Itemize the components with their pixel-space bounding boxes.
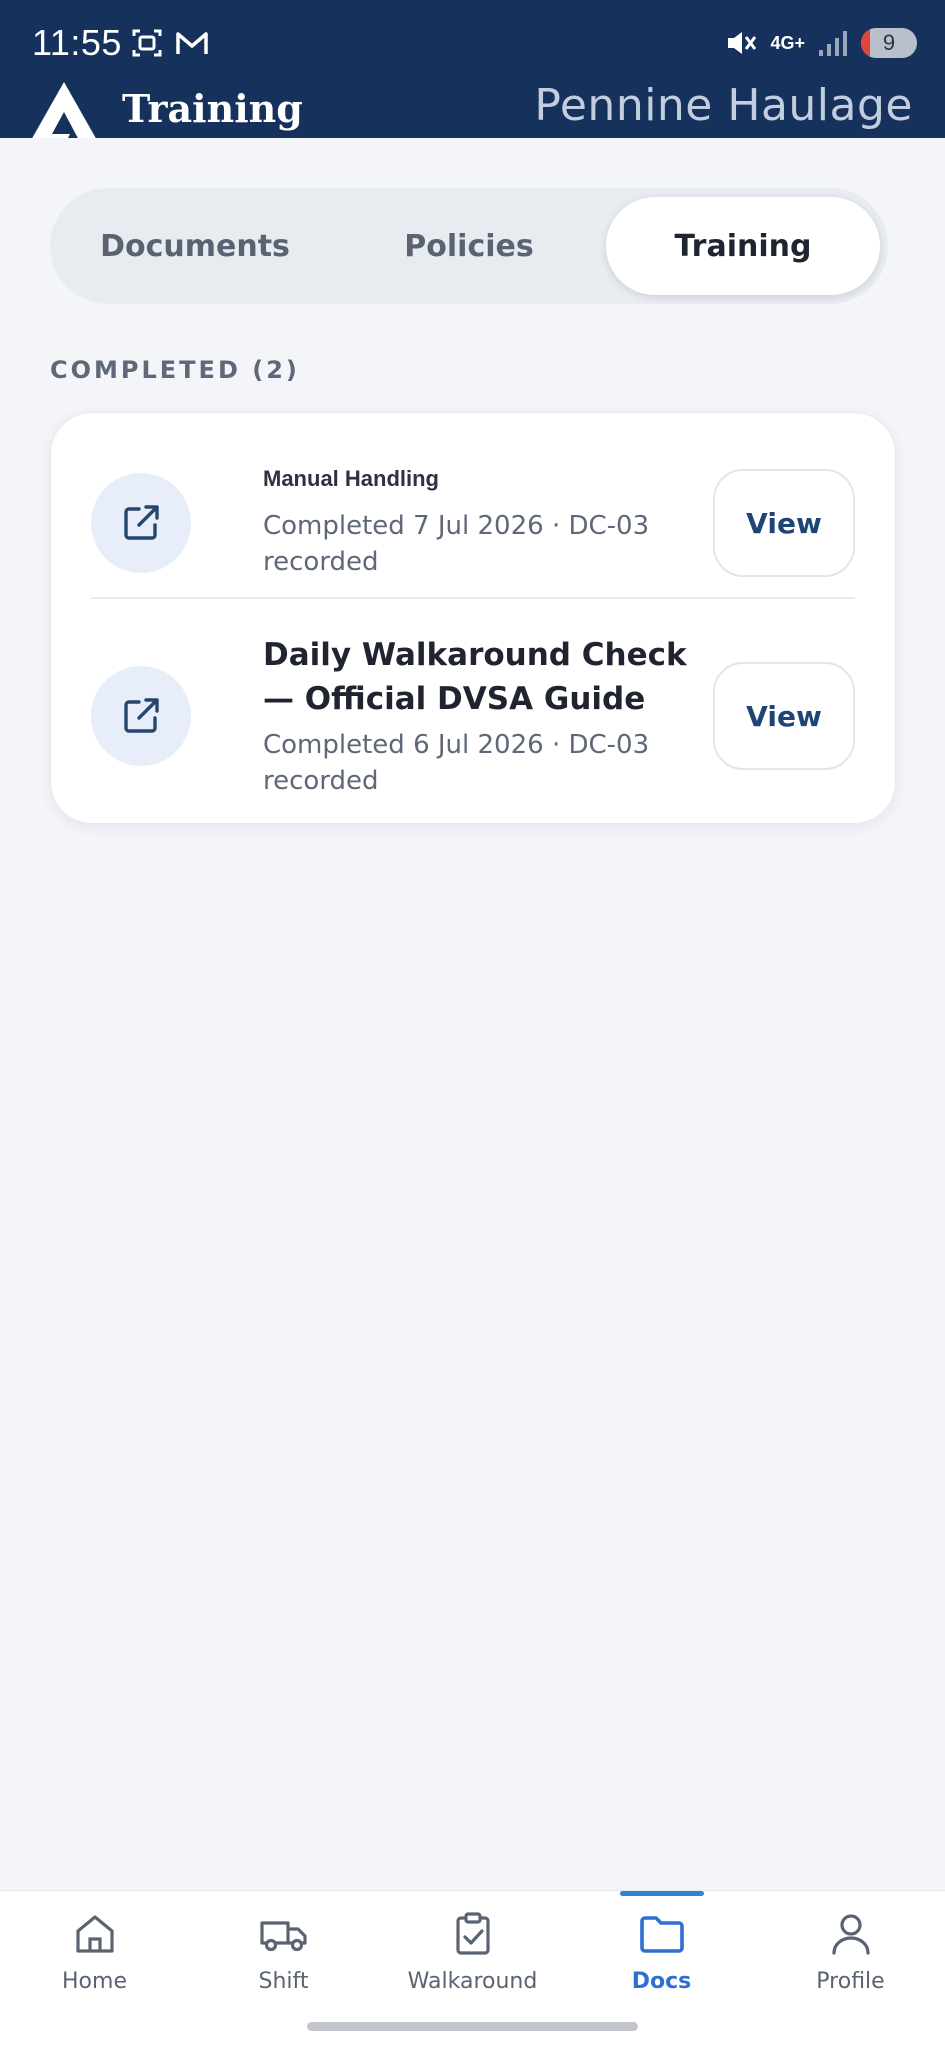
tab-training[interactable]: Training xyxy=(606,197,880,295)
status-icons-left xyxy=(130,26,210,60)
nav-label: Home xyxy=(62,1969,127,1994)
user-icon xyxy=(831,1914,870,1955)
nav-label: Shift xyxy=(258,1969,309,1994)
item-text: Manual Handling Completed 7 Jul 2026 · D… xyxy=(263,466,713,580)
section-label-completed: COMPLETED (2) xyxy=(50,356,300,384)
list-item[interactable]: Daily Walkaround Check — Official DVSA G… xyxy=(91,631,855,801)
nav-label: Walkaround xyxy=(407,1969,538,1994)
status-icons-right: 4G+ 9 xyxy=(724,26,917,60)
network-label: 4G+ xyxy=(770,32,805,53)
external-link-icon xyxy=(124,698,159,733)
system-home-indicator[interactable] xyxy=(307,2022,638,2031)
completed-training-card: Manual Handling Completed 7 Jul 2026 · D… xyxy=(50,412,896,824)
view-button[interactable]: View xyxy=(713,469,855,577)
tab-documents[interactable]: Documents xyxy=(58,197,332,295)
view-button[interactable]: View xyxy=(713,662,855,770)
docs-tab-bar: Documents Policies Training xyxy=(50,188,888,304)
list-item[interactable]: Manual Handling Completed 7 Jul 2026 · D… xyxy=(91,453,855,593)
item-subtitle: Completed 7 Jul 2026 · DC-03 recorded xyxy=(263,511,650,577)
nav-label: Profile xyxy=(816,1969,885,1994)
item-title: Manual Handling xyxy=(263,466,439,491)
folder-icon xyxy=(639,1916,684,1953)
tab-policies[interactable]: Policies xyxy=(332,197,606,295)
item-text: Daily Walkaround Check — Official DVSA G… xyxy=(263,633,713,799)
item-icon-badge xyxy=(91,473,191,573)
item-title: Daily Walkaround Check — Official DVSA G… xyxy=(263,637,687,717)
page-title: Training xyxy=(122,86,303,131)
nav-item-profile[interactable]: Profile xyxy=(756,1891,945,2048)
app-header: 11:55 4G+ 9 Training Pennine Haulage xyxy=(0,0,945,138)
app-logo-icon xyxy=(32,82,96,138)
gmail-icon xyxy=(176,32,208,54)
clipboard-check-icon xyxy=(455,1912,490,1955)
truck-icon xyxy=(259,1921,307,1952)
item-icon-badge xyxy=(91,666,191,766)
status-time: 11:55 xyxy=(32,22,122,63)
nav-label: Docs xyxy=(631,1969,692,1994)
divider xyxy=(91,597,855,599)
nav-item-home[interactable]: Home xyxy=(0,1891,189,2048)
battery-indicator: 9 xyxy=(861,28,917,58)
company-name: Pennine Haulage xyxy=(534,80,913,131)
screenshot-icon xyxy=(132,29,162,57)
mute-icon xyxy=(728,32,757,54)
item-subtitle: Completed 6 Jul 2026 · DC-03 recorded xyxy=(263,730,650,796)
external-link-icon xyxy=(124,505,159,540)
signal-icon xyxy=(819,31,847,56)
home-icon xyxy=(75,1915,114,1953)
active-nav-indicator xyxy=(619,1891,704,1896)
